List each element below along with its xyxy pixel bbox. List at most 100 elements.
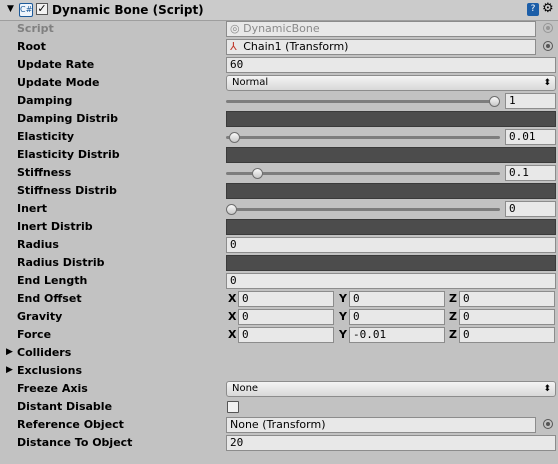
force-y-input[interactable]: -0.01 bbox=[349, 327, 445, 343]
radius-input[interactable]: 0 bbox=[226, 237, 556, 253]
stiffness-distrib-label: Stiffness Distrib bbox=[17, 184, 117, 197]
gravity-y-input[interactable]: 0 bbox=[349, 309, 445, 325]
distance-to-object-input[interactable]: 20 bbox=[226, 435, 556, 451]
end-offset-z-label: Z bbox=[449, 292, 457, 305]
stiffness-distrib-row: Stiffness Distrib bbox=[0, 182, 558, 200]
gear-icon[interactable]: ⚙ bbox=[542, 1, 554, 16]
script-row: Script ◎ DynamicBone bbox=[0, 20, 558, 38]
end-offset-x-input[interactable]: 0 bbox=[238, 291, 334, 307]
script-label: Script bbox=[17, 22, 54, 35]
update-rate-label: Update Rate bbox=[17, 58, 95, 71]
damping-slider-thumb[interactable] bbox=[489, 96, 500, 107]
object-picker-icon[interactable] bbox=[543, 419, 553, 429]
damping-label: Damping bbox=[17, 94, 73, 107]
elasticity-label: Elasticity bbox=[17, 130, 75, 143]
root-label: Root bbox=[17, 40, 46, 53]
object-picker-icon[interactable] bbox=[543, 41, 553, 51]
elasticity-distrib-curve[interactable] bbox=[226, 147, 556, 163]
gravity-label: Gravity bbox=[17, 310, 63, 323]
force-z-input[interactable]: 0 bbox=[459, 327, 555, 343]
update-rate-row: Update Rate 60 bbox=[0, 56, 558, 74]
script-asset-icon: ◎ bbox=[230, 22, 240, 35]
reference-object-field[interactable]: None (Transform) bbox=[226, 417, 536, 433]
elasticity-slider-track[interactable] bbox=[226, 136, 500, 139]
radius-distrib-row: Radius Distrib bbox=[0, 254, 558, 272]
exclusions-foldout[interactable]: ▶ Exclusions bbox=[0, 362, 558, 380]
component-header[interactable]: ▼ C# ✓ Dynamic Bone (Script) ? ⚙ bbox=[0, 0, 558, 21]
transform-icon: ⅄ bbox=[230, 40, 237, 53]
reference-object-row: Reference Object None (Transform) bbox=[0, 416, 558, 434]
stiffness-slider-track[interactable] bbox=[226, 172, 500, 175]
inert-slider-track[interactable] bbox=[226, 208, 500, 211]
component-enabled-checkbox[interactable]: ✓ bbox=[36, 3, 48, 15]
colliders-label: Colliders bbox=[17, 346, 72, 359]
inert-distrib-label: Inert Distrib bbox=[17, 220, 93, 233]
colliders-foldout[interactable]: ▶ Colliders bbox=[0, 344, 558, 362]
force-row: Force X 0 Y -0.01 Z 0 bbox=[0, 326, 558, 344]
distant-disable-row: Distant Disable bbox=[0, 398, 558, 416]
gravity-x-input[interactable]: 0 bbox=[238, 309, 334, 325]
root-row: Root ⅄ Chain1 (Transform) bbox=[0, 38, 558, 56]
end-length-input[interactable]: 0 bbox=[226, 273, 556, 289]
end-offset-x-label: X bbox=[228, 292, 237, 305]
elasticity-value-input[interactable]: 0.01 bbox=[505, 129, 556, 145]
help-book-icon[interactable]: ? bbox=[527, 3, 539, 16]
freeze-axis-label: Freeze Axis bbox=[17, 382, 88, 395]
damping-distrib-row: Damping Distrib bbox=[0, 110, 558, 128]
stiffness-value-input[interactable]: 0.1 bbox=[505, 165, 556, 181]
force-x-label: X bbox=[228, 328, 237, 341]
exclusions-label: Exclusions bbox=[17, 364, 82, 377]
foldout-arrow-icon[interactable]: ▶ bbox=[6, 365, 13, 375]
stiffness-label: Stiffness bbox=[17, 166, 72, 179]
inert-distrib-curve[interactable] bbox=[226, 219, 556, 235]
root-value: Chain1 (Transform) bbox=[243, 40, 349, 53]
root-field[interactable]: ⅄ Chain1 (Transform) bbox=[226, 39, 536, 55]
gravity-row: Gravity X 0 Y 0 Z 0 bbox=[0, 308, 558, 326]
reference-object-label: Reference Object bbox=[17, 418, 124, 431]
foldout-arrow-icon[interactable]: ▼ bbox=[7, 4, 14, 14]
end-offset-y-label: Y bbox=[339, 292, 347, 305]
script-value: DynamicBone bbox=[243, 22, 320, 35]
foldout-arrow-icon[interactable]: ▶ bbox=[6, 347, 13, 357]
update-mode-value: Normal bbox=[232, 77, 269, 88]
damping-distrib-curve[interactable] bbox=[226, 111, 556, 127]
distant-disable-checkbox[interactable] bbox=[227, 401, 239, 413]
update-mode-row: Update Mode Normal ⬍ bbox=[0, 74, 558, 92]
inspector-panel: ▼ C# ✓ Dynamic Bone (Script) ? ⚙ Script … bbox=[0, 0, 558, 464]
gravity-x-label: X bbox=[228, 310, 237, 323]
stiffness-distrib-curve[interactable] bbox=[226, 183, 556, 199]
radius-row: Radius 0 bbox=[0, 236, 558, 254]
force-x-input[interactable]: 0 bbox=[238, 327, 334, 343]
elasticity-slider-thumb[interactable] bbox=[228, 132, 240, 143]
radius-distrib-label: Radius Distrib bbox=[17, 256, 105, 269]
component-title: Dynamic Bone (Script) bbox=[52, 3, 204, 17]
object-picker-icon bbox=[543, 23, 553, 33]
force-y-label: Y bbox=[339, 328, 347, 341]
stiffness-row: Stiffness 0.1 bbox=[0, 164, 558, 182]
force-label: Force bbox=[17, 328, 52, 341]
inert-slider-thumb[interactable] bbox=[226, 204, 237, 215]
damping-row: Damping 1 bbox=[0, 92, 558, 110]
gravity-z-input[interactable]: 0 bbox=[459, 309, 555, 325]
force-z-label: Z bbox=[449, 328, 457, 341]
radius-label: Radius bbox=[17, 238, 59, 251]
freeze-axis-dropdown[interactable]: None ⬍ bbox=[226, 381, 556, 397]
update-mode-dropdown[interactable]: Normal ⬍ bbox=[226, 75, 556, 91]
update-rate-input[interactable]: 60 bbox=[226, 57, 556, 73]
script-icon: C# bbox=[19, 3, 33, 17]
end-offset-y-input[interactable]: 0 bbox=[349, 291, 445, 307]
damping-slider-track[interactable] bbox=[226, 100, 500, 103]
radius-distrib-curve[interactable] bbox=[226, 255, 556, 271]
inert-value-input[interactable]: 0 bbox=[505, 201, 556, 217]
end-offset-label: End Offset bbox=[17, 292, 82, 305]
end-offset-z-input[interactable]: 0 bbox=[459, 291, 555, 307]
damping-value-input[interactable]: 1 bbox=[505, 93, 556, 109]
stiffness-slider-thumb[interactable] bbox=[252, 168, 264, 179]
gravity-y-label: Y bbox=[339, 310, 347, 323]
inert-row: Inert 0 bbox=[0, 200, 558, 218]
dropdown-arrows-icon: ⬍ bbox=[543, 384, 551, 394]
dropdown-arrows-icon: ⬍ bbox=[543, 78, 551, 88]
damping-distrib-label: Damping Distrib bbox=[17, 112, 118, 125]
freeze-axis-row: Freeze Axis None ⬍ bbox=[0, 380, 558, 398]
elasticity-distrib-row: Elasticity Distrib bbox=[0, 146, 558, 164]
